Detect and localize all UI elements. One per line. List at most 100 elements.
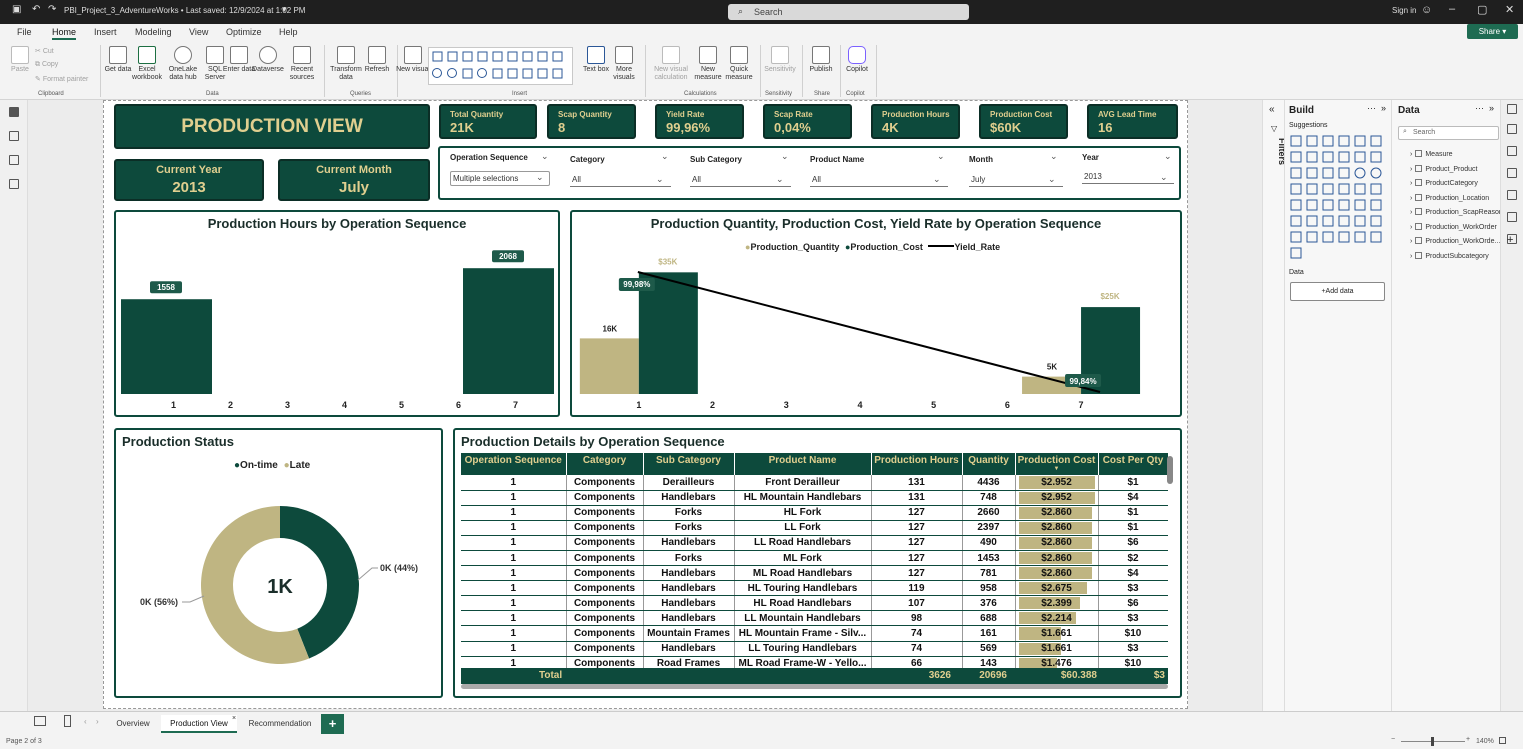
data-table-item[interactable]: › Product_Product <box>1410 164 1478 173</box>
quantity-cost-yield-chart[interactable]: Production Quantity, Production Cost, Yi… <box>570 210 1182 417</box>
dataverse-button[interactable]: Dataverse <box>251 46 285 74</box>
new-visual-calculation-button[interactable]: New visual calculation <box>652 46 690 82</box>
menu-insert[interactable]: Insert <box>94 27 117 37</box>
table-row[interactable]: 1 Components Handlebars LL Touring Handleba… <box>461 641 1168 657</box>
minimize-icon[interactable]: – <box>1449 3 1455 15</box>
column-header[interactable]: Quantity <box>962 453 1016 475</box>
table-row[interactable]: 1 Components Forks LL Fork 127 2397 $2.860 $1 <box>461 520 1168 536</box>
search-box[interactable]: ⌕ Search <box>728 4 969 20</box>
data-table-item[interactable]: › Production_WorkOrder <box>1410 222 1497 231</box>
kpi-total-quantity[interactable]: Total Quantity 21K <box>439 104 537 139</box>
column-header[interactable]: Category <box>566 453 644 475</box>
table-row[interactable]: 1 Components Handlebars HL Mountain Handleb… <box>461 490 1168 506</box>
menu-optimize[interactable]: Optimize <box>226 27 262 37</box>
kpi-production-hours[interactable]: Production Hours 4K <box>871 104 960 139</box>
production-status-chart[interactable]: Production Status ●On-time ●Late 1K 0K (4… <box>114 428 443 698</box>
column-header[interactable]: Product Name <box>734 453 872 475</box>
expand-icon[interactable]: « <box>1269 104 1275 115</box>
fit-page-icon[interactable] <box>1499 737 1506 744</box>
sign-in-link[interactable]: Sign in <box>1392 6 1416 15</box>
table-horizontal-scrollbar[interactable] <box>461 684 1168 689</box>
table-row[interactable]: 1 Components Handlebars LL Mountain Handleb… <box>461 610 1168 627</box>
chevron-down-icon[interactable]: ▾ <box>282 4 287 15</box>
analytics-icon[interactable] <box>1507 168 1517 178</box>
desktop-layout-icon[interactable] <box>34 716 46 726</box>
build-pane-icon[interactable] <box>1507 124 1517 134</box>
collapse-icon[interactable]: » <box>1381 103 1386 113</box>
excel-button[interactable]: Excel workbook <box>130 46 164 82</box>
add-page-button[interactable]: + <box>321 714 344 734</box>
tab-recommendation[interactable]: Recommendation <box>241 715 319 733</box>
menu-home[interactable]: Home <box>52 27 77 40</box>
transform-data-button[interactable]: Transform data <box>329 46 363 82</box>
more-options-icon[interactable]: ··· <box>1475 103 1484 113</box>
table-row[interactable]: 1 Components Forks HL Fork 127 2660 $2.860 $1 <box>461 505 1168 521</box>
kpi-scap-quantity[interactable]: Scap Quantity 8 <box>547 104 636 139</box>
close-icon[interactable]: ✕ <box>1505 3 1514 16</box>
zoom-thumb[interactable] <box>1431 737 1434 746</box>
column-header[interactable]: Production Cost ▼ <box>1015 453 1099 475</box>
new-measure-button[interactable]: New measure <box>691 46 725 82</box>
chevron-down-icon[interactable]: ⌄ <box>937 151 945 162</box>
data-table-item[interactable]: › Measure <box>1410 150 1453 158</box>
details-table-grid[interactable]: Operation Sequence Category Sub Category Pr… <box>461 453 1168 686</box>
chevron-down-icon[interactable]: ⌄ <box>1050 151 1058 162</box>
column-header[interactable]: Sub Category <box>643 453 735 475</box>
avatar-icon[interactable]: ☺ <box>1421 4 1432 16</box>
data-search-input[interactable]: ⌕ Search <box>1398 126 1499 140</box>
close-tab-icon[interactable]: × <box>232 715 236 722</box>
table-scrollbar[interactable] <box>1167 456 1173 484</box>
data-table-item[interactable]: › ProductCategory <box>1410 179 1478 187</box>
redo-icon[interactable]: ↷ <box>48 4 56 15</box>
tab-overview[interactable]: Overview <box>106 715 160 733</box>
zoom-out-icon[interactable]: − <box>1391 736 1395 743</box>
more-visuals-button[interactable]: More visuals <box>607 46 641 82</box>
data-pane-icon[interactable] <box>1507 104 1517 114</box>
paste-button[interactable]: Paste <box>3 46 37 74</box>
column-header[interactable]: Operation Sequence <box>461 453 567 475</box>
cut-button[interactable]: ✂ Cut <box>35 47 54 55</box>
add-pane-icon[interactable]: + <box>1507 234 1513 246</box>
onelake-button[interactable]: OneLake data hub <box>166 46 200 82</box>
copy-button[interactable]: ⧉ Copy <box>35 61 58 69</box>
undo-icon[interactable]: ↶ <box>32 4 40 15</box>
report-view-icon[interactable] <box>9 107 19 117</box>
data-table-item[interactable]: › ProductSubcategory <box>1410 251 1489 260</box>
table-row[interactable]: 1 Components Mountain Frames HL Mountain Fr… <box>461 625 1168 642</box>
collapse-icon[interactable]: » <box>1489 103 1494 113</box>
kpi-production-cost[interactable]: Production Cost $60K <box>979 104 1068 139</box>
copilot-button[interactable]: Copilot <box>840 46 874 74</box>
table-row[interactable]: 1 Components Handlebars LL Road Handlebars 1… <box>461 535 1168 551</box>
copilot-icon[interactable] <box>1507 190 1517 200</box>
chevron-down-icon[interactable]: ⌄ <box>781 151 789 162</box>
menu-modeling[interactable]: Modeling <box>135 27 172 37</box>
visualization-gallery[interactable] <box>1287 133 1387 261</box>
format-pane-icon[interactable] <box>1507 146 1517 156</box>
share-button[interactable]: Share ▾ <box>1467 24 1518 39</box>
add-data-button[interactable]: +Add data <box>1290 282 1385 301</box>
column-header[interactable]: Production Hours <box>871 453 963 475</box>
model-view-icon[interactable] <box>9 155 19 165</box>
kpi-scap-rate[interactable]: Scap Rate 0,04% <box>763 104 852 139</box>
table-view-icon[interactable] <box>9 131 19 141</box>
kpi-avg-lead-time[interactable]: AVG Lead Time 16 <box>1087 104 1178 139</box>
scroll-left-icon[interactable]: ‹ <box>84 717 87 726</box>
data-table-item[interactable]: › Production_ScapReason <box>1410 208 1503 216</box>
menu-view[interactable]: View <box>189 27 208 37</box>
table-row[interactable]: 1 Components Handlebars ML Road Handlebars 1… <box>461 565 1168 582</box>
menu-file[interactable]: File <box>17 27 32 37</box>
table-row[interactable]: 1 Components Forks ML Fork 127 1453 $2.860 $2 <box>461 550 1168 567</box>
chevron-down-icon[interactable]: ⌄ <box>1164 151 1172 162</box>
slicer-product-name-dropdown[interactable]: All <box>810 173 948 187</box>
maximize-icon[interactable]: ▢ <box>1477 3 1487 16</box>
chevron-down-icon[interactable]: ⌄ <box>661 151 669 162</box>
table-row[interactable]: 1 Components Derailleurs Front Derailleur 13… <box>461 475 1168 491</box>
zoom-in-icon[interactable]: + <box>1466 736 1470 743</box>
slicer-operation-sequence-dropdown[interactable]: Multiple selections <box>450 171 550 186</box>
production-hours-chart[interactable]: Production Hours by Operation Sequence 1… <box>114 210 560 417</box>
data-table-item[interactable]: › Production_WorkOrde... <box>1410 237 1500 245</box>
format-painter-button[interactable]: ✎ Format painter <box>35 75 88 83</box>
chevron-down-icon[interactable]: ⌄ <box>541 151 549 162</box>
tab-production-view[interactable]: Production View <box>161 715 237 733</box>
table-row[interactable]: 1 Components Handlebars HL Touring Handleba… <box>461 580 1168 597</box>
